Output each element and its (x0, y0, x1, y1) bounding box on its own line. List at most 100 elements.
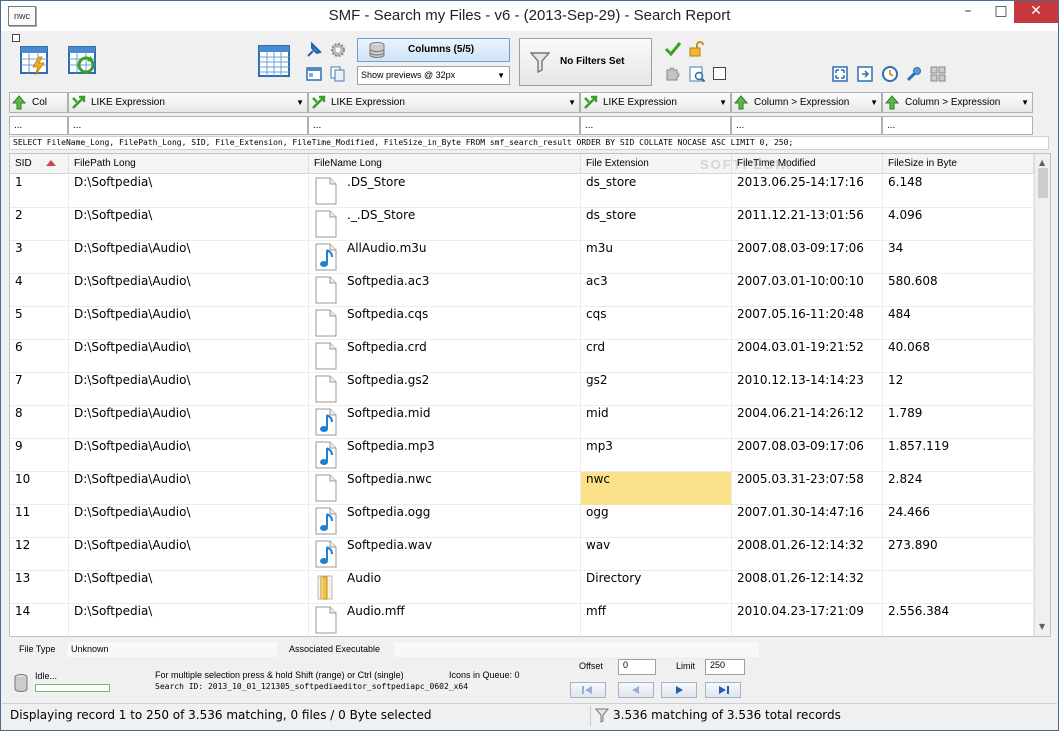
audio-file-icon (309, 505, 341, 538)
cell-extension: mp3 (581, 439, 732, 472)
cell-filepath: D:\Softpedia\Audio\ (69, 340, 309, 373)
unlock-icon[interactable] (688, 40, 706, 61)
column-header-label: SID (15, 158, 32, 169)
sort-ascending-icon (46, 160, 56, 166)
database-icon (368, 42, 386, 67)
table-row[interactable]: 11 D:\Softpedia\Audio\ Softpedia.ogg ogg 200… (10, 505, 1034, 538)
cell-filesize: 580.608 (883, 274, 1034, 307)
column-header-path[interactable]: FilePath Long (69, 154, 309, 174)
last-page-button[interactable] (705, 682, 741, 698)
audio-file-icon (309, 538, 341, 571)
table-row[interactable]: 10 D:\Softpedia\Audio\ Softpedia.nwc nwc 200… (10, 472, 1034, 505)
blank-file-icon (309, 175, 341, 208)
filter-value-input[interactable]: ... (308, 116, 580, 135)
vertical-scrollbar[interactable]: ▲ ▼ (1034, 154, 1050, 636)
fullscreen-icon[interactable] (832, 66, 848, 85)
checkmark-icon[interactable] (664, 41, 682, 60)
scroll-up-icon[interactable]: ▲ (1039, 158, 1045, 167)
filter-value-input[interactable]: ... (731, 116, 882, 135)
copy-icon[interactable] (329, 65, 347, 86)
filter-name[interactable]: LIKE Expression ▼ (308, 92, 580, 113)
first-page-button[interactable] (570, 682, 606, 698)
filter-size[interactable]: Column > Expression ▼ (882, 92, 1033, 113)
toolbar: Columns (5/5) Show previews @ 32px ▼ No … (2, 31, 1057, 91)
cell-extension: wav (581, 538, 732, 571)
cell-extension: Directory (581, 571, 732, 604)
pin-icon[interactable] (305, 41, 323, 62)
table-row[interactable]: 13 D:\Softpedia\ Audio Directory 2008.01.26-… (10, 571, 1034, 604)
wrench-icon[interactable] (905, 65, 923, 86)
cell-extension: gs2 (581, 373, 732, 406)
table-row[interactable]: 9 D:\Softpedia\Audio\ Softpedia.mp3 mp3 2007… (10, 439, 1034, 472)
cell-filetime: 2007.05.16-11:20:48 (732, 307, 883, 340)
window-icon[interactable] (305, 65, 323, 86)
blank-file-icon (309, 340, 341, 373)
cell-sid: 10 (10, 472, 69, 505)
cell-filename: Softpedia.mp3 (341, 439, 581, 472)
columns-button[interactable]: Columns (5/5) (357, 38, 510, 62)
last-page-icon (719, 686, 729, 694)
cell-filetime: 2007.08.03-09:17:06 (732, 439, 883, 472)
table-row[interactable]: 12 D:\Softpedia\Audio\ Softpedia.wav wav 200… (10, 538, 1034, 571)
small-checkbox[interactable] (12, 34, 20, 42)
table-refresh-icon[interactable] (67, 45, 99, 80)
filter-value-input[interactable]: ... (68, 116, 308, 135)
cell-filesize: 12 (883, 373, 1034, 406)
table-lightning-icon[interactable] (19, 45, 51, 80)
table-row[interactable]: 5 D:\Softpedia\Audio\ Softpedia.cqs cqs 2007… (10, 307, 1034, 340)
cell-filetime: 2007.03.01-10:00:10 (732, 274, 883, 307)
table-row[interactable]: 4 D:\Softpedia\Audio\ Softpedia.ac3 ac3 2007… (10, 274, 1034, 307)
previous-page-button[interactable] (618, 682, 654, 698)
filter-path[interactable]: LIKE Expression ▼ (68, 92, 308, 113)
table-row[interactable]: 8 D:\Softpedia\Audio\ Softpedia.mid mid 2004… (10, 406, 1034, 439)
filter-value-input[interactable]: ... (580, 116, 731, 135)
cell-filename: Softpedia.ogg (341, 505, 581, 538)
scroll-thumb[interactable] (1038, 168, 1048, 198)
limit-input[interactable]: 250 (705, 659, 745, 675)
scan-icon[interactable] (688, 65, 706, 86)
cell-sid: 4 (10, 274, 69, 307)
gear-icon[interactable] (329, 41, 347, 62)
cell-sid: 5 (10, 307, 69, 340)
puzzle-icon[interactable] (664, 65, 680, 84)
table-row[interactable]: 7 D:\Softpedia\Audio\ Softpedia.gs2 gs2 2010… (10, 373, 1034, 406)
filter-ext[interactable]: LIKE Expression ▼ (580, 92, 731, 113)
table-row[interactable]: 14 D:\Softpedia\ Audio.mff mff 2010.04.23-17… (10, 604, 1034, 636)
cell-filetime: 2007.08.03-09:17:06 (732, 241, 883, 274)
scroll-down-icon[interactable]: ▼ (1039, 622, 1045, 631)
filter-sid[interactable]: Col (9, 92, 68, 113)
close-button[interactable]: ✕ (1014, 1, 1058, 23)
table-row[interactable]: 2 D:\Softpedia\ ._.DS_Store ds_store 2011.12… (10, 208, 1034, 241)
table-row[interactable]: 1 D:\Softpedia\ .DS_Store ds_store 2013.06.2… (10, 175, 1034, 208)
cell-filepath: D:\Softpedia\Audio\ (69, 505, 309, 538)
export-icon[interactable] (857, 66, 873, 85)
clock-icon[interactable] (881, 65, 899, 86)
option-checkbox[interactable] (713, 67, 726, 80)
filter-value-input[interactable]: ... (882, 116, 1033, 135)
next-page-button[interactable] (661, 682, 697, 698)
filter-value-input[interactable]: ... (9, 116, 68, 135)
arrow-up-icon (733, 95, 749, 117)
cell-filetime: 2004.06.21-14:26:12 (732, 406, 883, 439)
column-header-name[interactable]: FileName Long (309, 154, 581, 174)
preview-size-select[interactable]: Show previews @ 32px ▼ (357, 66, 510, 85)
column-header-sid[interactable]: SID (10, 154, 69, 174)
filter-button[interactable]: No Filters Set (519, 38, 652, 86)
limit-label: Limit (676, 661, 696, 671)
column-header-size[interactable]: FileSize in Byte (883, 154, 1034, 174)
arrow-up-icon (11, 95, 27, 117)
minimize-button[interactable]: – (953, 1, 983, 23)
column-grid-icon[interactable] (258, 45, 290, 80)
filter-time[interactable]: Column > Expression ▼ (731, 92, 882, 113)
cell-sid: 11 (10, 505, 69, 538)
cell-extension: ds_store (581, 208, 732, 241)
cell-filename: .DS_Store (341, 175, 581, 208)
maximize-button[interactable]: □ (986, 1, 1016, 23)
title-bar: nwc SMF - Search my Files - v6 - (2013-S… (1, 1, 1058, 31)
filter-value-row: ... ... ... ... ... ... (9, 116, 1033, 135)
table-row[interactable]: 3 D:\Softpedia\Audio\ AllAudio.m3u m3u 2007.… (10, 241, 1034, 274)
offset-input[interactable]: 0 (618, 659, 656, 675)
chevron-down-icon: ▼ (568, 98, 576, 107)
gears-icon[interactable] (929, 65, 947, 86)
table-row[interactable]: 6 D:\Softpedia\Audio\ Softpedia.crd crd 2004… (10, 340, 1034, 373)
